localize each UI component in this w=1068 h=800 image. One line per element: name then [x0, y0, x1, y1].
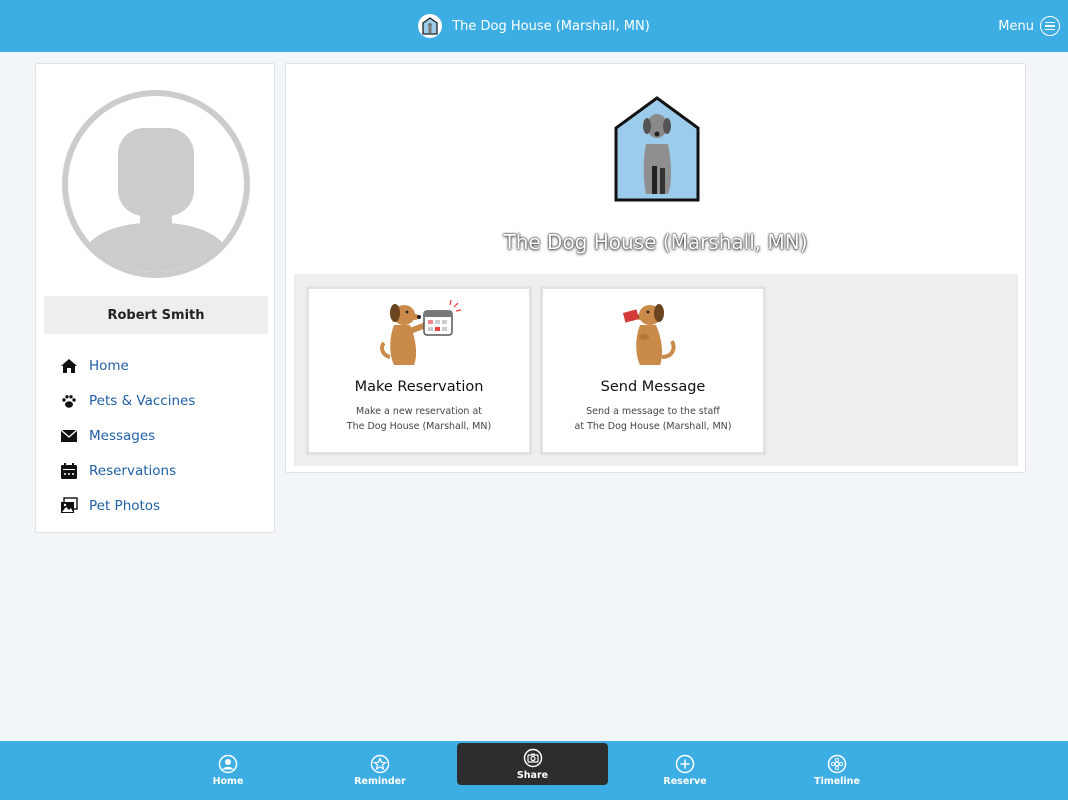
tab-label: Reminder [354, 776, 406, 787]
sidebar-item-home[interactable]: Home [58, 348, 268, 383]
top-bar: The Dog House (Marshall, MN) Menu [0, 0, 1068, 52]
facility-name: The Dog House (Marshall, MN) [503, 230, 808, 254]
home-icon [58, 355, 80, 377]
timeline-icon [827, 754, 847, 774]
card-description: Send a message to the staff at The Dog H… [549, 404, 757, 434]
card-title: Make Reservation [354, 379, 484, 395]
facility-hero-logo [612, 94, 702, 206]
sidebar-item-label: Pet Photos [89, 497, 161, 514]
dog-calendar-illustration [309, 297, 529, 369]
paw-icon [58, 390, 80, 412]
card-description-line: Make a new reservation at [356, 406, 482, 417]
card-description: Make a new reservation at The Dog House … [315, 404, 523, 434]
hamburger-icon [1040, 16, 1060, 36]
make-reservation-card[interactable]: Make Reservation Make a new reservation … [306, 286, 532, 455]
plus-circle-icon [675, 754, 695, 774]
sidebar-item-pets-vaccines[interactable]: Pets & Vaccines [58, 383, 268, 418]
tab-share[interactable]: Share [457, 743, 608, 785]
envelope-icon [58, 425, 80, 447]
user-circle-icon [218, 754, 238, 774]
main-panel: The Dog House (Marshall, MN) Make Reserv… [285, 63, 1026, 473]
sidebar-item-label: Home [89, 357, 129, 374]
sidebar-item-messages[interactable]: Messages [58, 418, 268, 453]
avatar-silhouette-icon [76, 128, 236, 272]
card-title: Send Message [600, 379, 706, 395]
tab-label: Timeline [814, 776, 860, 787]
dog-letter-illustration [543, 297, 763, 369]
tab-timeline[interactable]: Timeline [761, 741, 913, 800]
tab-reserve[interactable]: Reserve [609, 741, 761, 800]
tab-label: Home [212, 776, 244, 787]
menu-label: Menu [998, 18, 1034, 34]
header-title: The Dog House (Marshall, MN) [452, 18, 650, 34]
sidebar-item-reservations[interactable]: Reservations [58, 453, 268, 488]
photos-icon [58, 495, 80, 517]
send-message-card[interactable]: Send Message Send a message to the staff… [540, 286, 766, 455]
facility-logo-icon [418, 14, 443, 38]
card-description-line: The Dog House (Marshall, MN) [346, 421, 492, 432]
sidebar-item-label: Messages [89, 427, 156, 444]
card-description-line: at The Dog House (Marshall, MN) [574, 421, 732, 432]
star-icon [370, 754, 390, 774]
sidebar-item-pet-photos[interactable]: Pet Photos [58, 488, 268, 523]
action-cards: Make Reservation Make a new reservation … [294, 274, 1018, 466]
camera-icon [523, 748, 543, 768]
card-description-line: Send a message to the staff [586, 406, 720, 417]
tab-label: Share [516, 769, 549, 781]
calendar-icon [58, 460, 80, 482]
sidebar-item-label: Pets & Vaccines [89, 392, 196, 409]
sidebar: Robert Smith Home Pets & Vaccines Messag… [35, 63, 275, 533]
header-title-group: The Dog House (Marshall, MN) [0, 0, 1068, 52]
sidebar-item-label: Reservations [89, 462, 177, 479]
menu-button[interactable]: Menu [998, 0, 1060, 52]
tab-home[interactable]: Home [152, 741, 304, 800]
bottom-tab-bar: Home Reminder Share Reserve Timeline [0, 741, 1068, 800]
avatar[interactable] [62, 90, 250, 278]
tab-label: Reserve [663, 776, 707, 787]
tab-reminder[interactable]: Reminder [304, 741, 456, 800]
sidebar-nav: Home Pets & Vaccines Messages Reservatio… [58, 348, 268, 523]
user-name: Robert Smith [44, 296, 268, 334]
